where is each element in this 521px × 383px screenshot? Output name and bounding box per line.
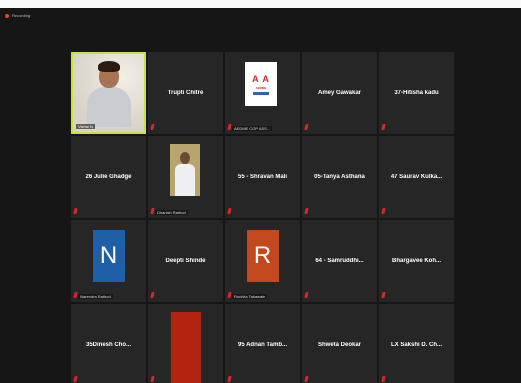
mic-muted-icon — [227, 376, 232, 382]
participant-name: 35Dinesh Cho... — [85, 342, 131, 348]
mic-muted-icon — [227, 292, 232, 298]
avatar: R — [246, 230, 279, 282]
participant-name-tag: Dhanish Rathod — [155, 210, 188, 215]
participant-tile[interactable]: 05-Tanya Asthana — [302, 136, 377, 218]
participant-name: Deepti Shinde — [165, 258, 206, 264]
participant-tile[interactable]: 55 - Shravan Mali — [225, 136, 300, 218]
participant-name: 05-Tanya Asthana — [314, 174, 365, 180]
participant-name: 95 Adnan Tamb... — [237, 342, 287, 348]
participant-name: 55 - Shravan Mali — [237, 174, 288, 180]
participant-tile[interactable]: Trupti Chitre — [148, 52, 223, 134]
mic-muted-icon — [73, 376, 78, 382]
mic-muted-icon — [150, 124, 155, 130]
recording-label: Recording — [12, 13, 31, 18]
mic-muted-icon — [304, 124, 309, 130]
logo-mark: A A — [252, 73, 270, 84]
participant-tile[interactable]: Amey Gawakar — [302, 52, 377, 134]
mic-muted-icon — [150, 208, 155, 214]
profile-logo: A A AEDME — [245, 62, 277, 106]
participant-name: 47 Saurav Kulka... — [390, 174, 443, 180]
mic-muted-icon — [304, 208, 309, 214]
mic-muted-icon — [227, 124, 232, 130]
participant-tile[interactable]: R Ruchita Takawale — [225, 220, 300, 302]
photo-face — [180, 152, 190, 164]
participant-tile[interactable]: Vishal N — [71, 52, 146, 134]
participant-name-tag: Narendra Rathod — [78, 294, 113, 299]
mic-muted-icon — [381, 292, 386, 298]
participant-name: Trupti Chitre — [167, 90, 204, 96]
participant-tile[interactable]: Dhanish Rathod — [148, 136, 223, 218]
meeting-window: Recording Vishal N Trupti Chitre A A AEDME A… — [0, 8, 521, 383]
participant-tile[interactable]: N Narendra Rathod — [71, 220, 146, 302]
participant-tile[interactable]: Deepti Shinde — [148, 220, 223, 302]
participant-tile[interactable]: 47 Saurav Kulka... — [379, 136, 454, 218]
mic-muted-icon — [73, 292, 78, 298]
participant-tile[interactable]: LX Sakshi D. Ch... — [379, 304, 454, 383]
video-feed: Vishal N — [73, 54, 144, 132]
mic-muted-icon — [227, 208, 232, 214]
logo-bar — [253, 91, 269, 95]
participant-name: 26 Julie Ghadge — [85, 174, 132, 180]
participant-tile[interactable]: 95 Adnan Tamb... — [225, 304, 300, 383]
participant-name-tag: Vishal N — [76, 124, 95, 129]
recording-indicator[interactable]: Recording — [5, 13, 30, 18]
avatar: N — [92, 230, 125, 282]
participant-tile[interactable]: A A AEDME AEDME COP ASS... — [225, 52, 300, 134]
participant-hair — [98, 61, 120, 72]
profile-photo — [170, 144, 200, 196]
participant-tile[interactable]: Bhargavee Koh... — [379, 220, 454, 302]
participant-name-tag: Ruchita Takawale — [232, 294, 268, 299]
participant-tile[interactable] — [148, 304, 223, 383]
participant-body — [87, 87, 131, 127]
participant-name: 64 - Samruddhi... — [315, 258, 364, 264]
participant-name: 37-Hitisha kadu — [394, 90, 439, 96]
mic-muted-icon — [381, 124, 386, 130]
participant-name: Shweta Deokar — [317, 342, 362, 348]
participant-tile[interactable]: 37-Hitisha kadu — [379, 52, 454, 134]
mic-muted-icon — [150, 376, 155, 382]
mic-muted-icon — [304, 292, 309, 298]
participant-name: Amey Gawakar — [317, 90, 362, 96]
participant-grid: Vishal N Trupti Chitre A A AEDME AEDME COP A… — [71, 52, 454, 383]
participant-name-tag: AEDME COP ASS... — [232, 126, 273, 131]
photo-body — [175, 164, 195, 196]
logo-text: AEDME — [255, 85, 267, 90]
profile-picture — [170, 312, 201, 383]
participant-name: LX Sakshi D. Ch... — [390, 342, 442, 348]
record-icon — [5, 13, 9, 18]
mic-muted-icon — [73, 208, 78, 214]
mic-muted-icon — [150, 292, 155, 298]
participant-tile[interactable]: Shweta Deokar — [302, 304, 377, 383]
mic-muted-icon — [381, 376, 386, 382]
participant-tile[interactable]: 26 Julie Ghadge — [71, 136, 146, 218]
participant-tile[interactable]: 35Dinesh Cho... — [71, 304, 146, 383]
participant-tile[interactable]: 64 - Samruddhi... — [302, 220, 377, 302]
participant-name: Bhargavee Koh... — [391, 258, 441, 264]
mic-muted-icon — [381, 208, 386, 214]
mic-muted-icon — [304, 376, 309, 382]
